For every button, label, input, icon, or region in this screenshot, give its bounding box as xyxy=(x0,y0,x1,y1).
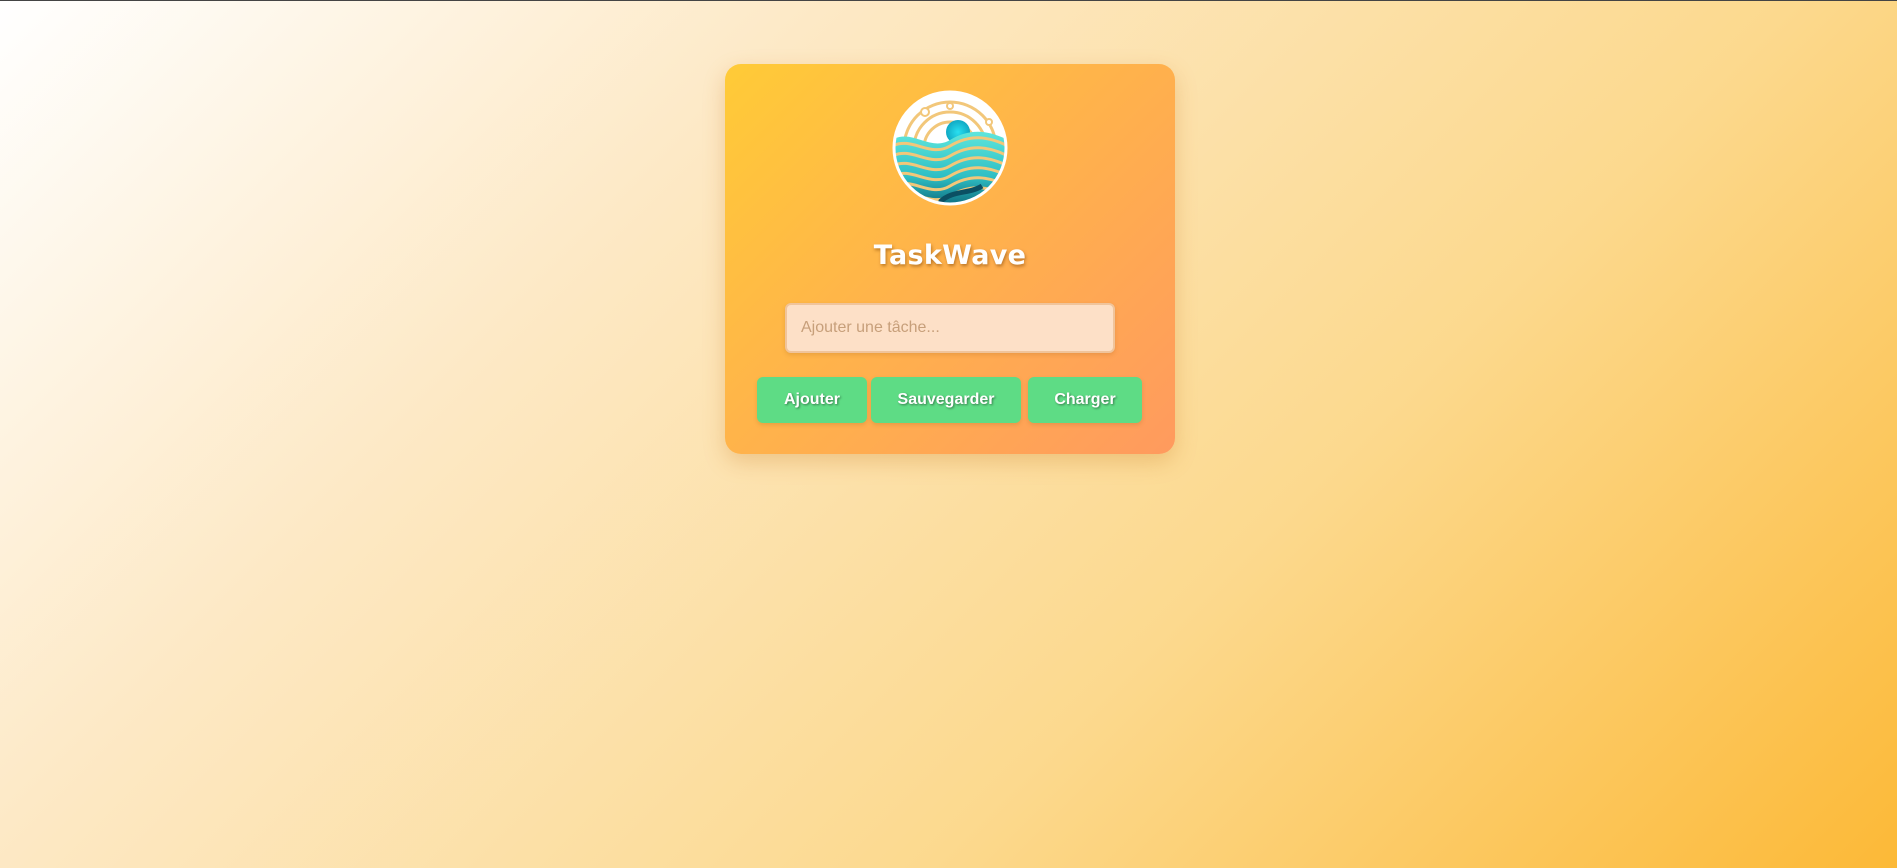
save-button[interactable]: Sauvegarder xyxy=(871,377,1021,423)
load-button[interactable]: Charger xyxy=(1028,377,1142,423)
wave-globe-logo-icon xyxy=(892,90,1008,206)
task-input[interactable] xyxy=(785,303,1115,353)
add-button[interactable]: Ajouter xyxy=(757,377,867,423)
task-card: TaskWave Ajouter Sauvegarder Charger xyxy=(725,64,1175,454)
app-title: TaskWave xyxy=(873,240,1027,271)
window-top-border xyxy=(0,0,1897,1)
